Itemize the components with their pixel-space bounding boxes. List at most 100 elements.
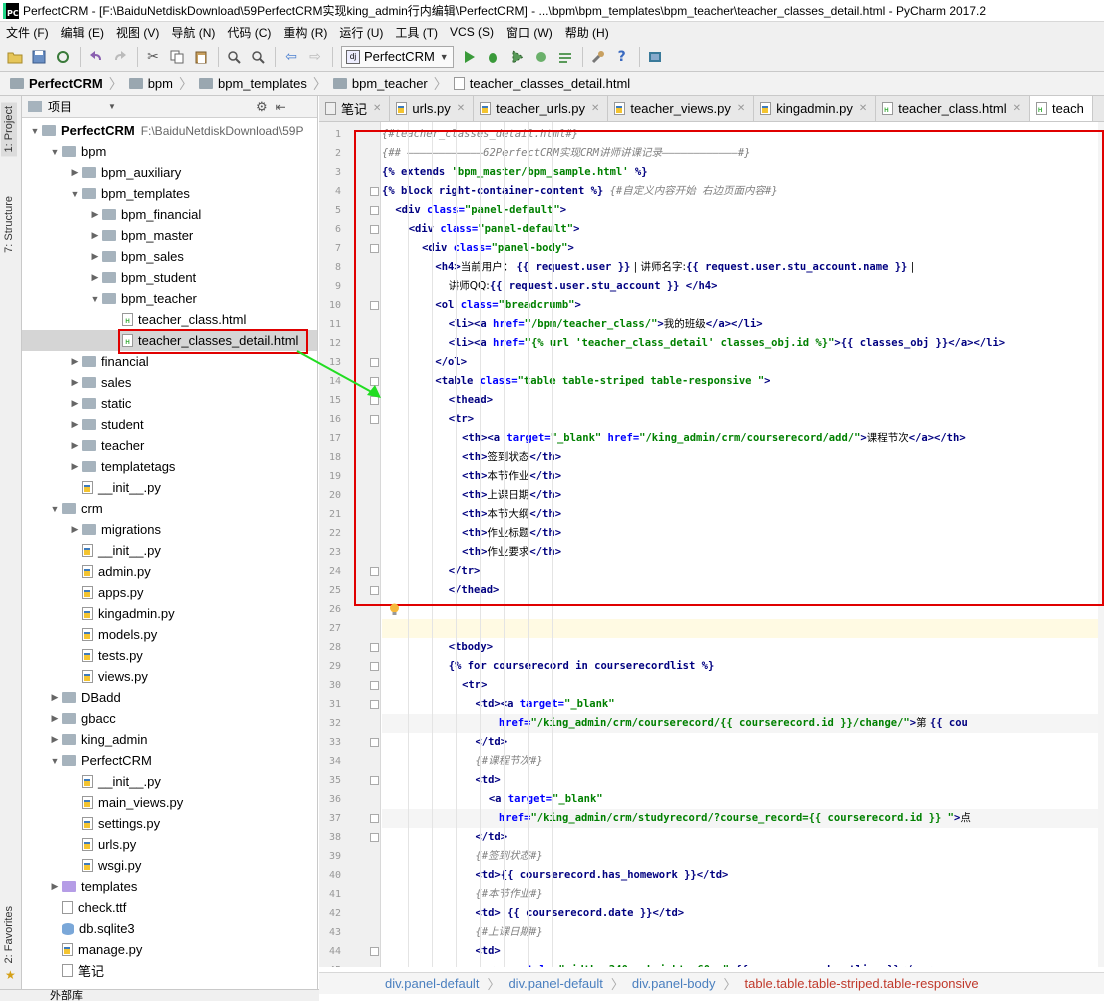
close-icon[interactable]: ✕ xyxy=(373,103,381,114)
tree-item[interactable]: ▶ sales xyxy=(22,372,317,393)
expand-right-icon[interactable]: ▶ xyxy=(48,881,62,892)
menu-item[interactable]: VCS (S) xyxy=(444,25,500,39)
expand-down-icon[interactable]: ▼ xyxy=(88,294,102,304)
menu-item[interactable]: 文件 (F) xyxy=(0,24,55,41)
open-folder-icon[interactable] xyxy=(4,46,26,68)
help-icon[interactable]: ? xyxy=(611,46,633,68)
editor-tab[interactable]: urls.py ✕ xyxy=(390,96,475,121)
editor-tab[interactable]: teach xyxy=(1030,96,1093,121)
expand-down-icon[interactable]: ▼ xyxy=(48,504,62,514)
expand-right-icon[interactable]: ▶ xyxy=(48,734,62,745)
fold-marker-icon[interactable] xyxy=(370,700,379,709)
python-console-icon[interactable] xyxy=(644,46,666,68)
tree-item[interactable]: settings.py xyxy=(22,813,317,834)
run-icon[interactable] xyxy=(458,46,480,68)
tree-item[interactable]: ▶ financial xyxy=(22,351,317,372)
fold-marker-icon[interactable] xyxy=(370,738,379,747)
menu-item[interactable]: 代码 (C) xyxy=(221,24,277,41)
editor-tab[interactable]: teacher_urls.py ✕ xyxy=(474,96,609,121)
settings-wrench-icon[interactable] xyxy=(587,46,609,68)
tree-item[interactable]: urls.py xyxy=(22,834,317,855)
expand-right-icon[interactable]: ▶ xyxy=(68,356,82,367)
close-icon[interactable]: ✕ xyxy=(591,103,599,114)
close-icon[interactable]: ✕ xyxy=(859,103,867,114)
tree-item[interactable]: models.py xyxy=(22,624,317,645)
tree-item[interactable]: manage.py xyxy=(22,939,317,960)
tree-item[interactable]: ▼ bpm_teacher xyxy=(22,288,317,309)
tree-item[interactable]: ▶ bpm_auxiliary xyxy=(22,162,317,183)
tree-item[interactable]: ▶ templatetags xyxy=(22,456,317,477)
fold-marker-icon[interactable] xyxy=(370,681,379,690)
fold-marker-icon[interactable] xyxy=(370,814,379,823)
tree-item[interactable]: ▶ bpm_student xyxy=(22,267,317,288)
profile-icon[interactable] xyxy=(530,46,552,68)
fold-marker-icon[interactable] xyxy=(370,643,379,652)
breadcrumb-item[interactable]: bpm xyxy=(125,76,177,91)
expand-right-icon[interactable]: ▶ xyxy=(88,272,102,283)
expand-right-icon[interactable]: ▶ xyxy=(88,209,102,220)
project-tool-tab[interactable]: 1: Project xyxy=(1,102,17,157)
find-icon[interactable] xyxy=(223,46,245,68)
menu-item[interactable]: 帮助 (H) xyxy=(559,24,615,41)
intention-bulb-icon[interactable] xyxy=(389,603,400,616)
menu-item[interactable]: 工具 (T) xyxy=(389,24,444,41)
expand-right-icon[interactable]: ▶ xyxy=(68,167,82,178)
expand-right-icon[interactable]: ▶ xyxy=(88,251,102,262)
tree-item[interactable]: ▼ bpm xyxy=(22,141,317,162)
menu-item[interactable]: 运行 (U) xyxy=(333,24,389,41)
element-path-item[interactable]: div.panel-default xyxy=(508,976,602,991)
tree-item[interactable]: ▶ migrations xyxy=(22,519,317,540)
element-path-item[interactable]: div.panel-default xyxy=(385,976,479,991)
element-path-item[interactable]: table.table.table-striped.table-responsi… xyxy=(745,976,979,991)
fold-marker-icon[interactable] xyxy=(370,833,379,842)
tree-item[interactable]: Hteacher_class.html xyxy=(22,309,317,330)
menu-item[interactable]: 窗口 (W) xyxy=(500,24,559,41)
tree-item[interactable]: ▼ crm xyxy=(22,498,317,519)
close-icon[interactable]: ✕ xyxy=(457,103,465,114)
fold-marker-icon[interactable] xyxy=(370,662,379,671)
expand-right-icon[interactable]: ▶ xyxy=(68,377,82,388)
tree-item[interactable]: views.py xyxy=(22,666,317,687)
breadcrumb-item[interactable]: bpm_teacher xyxy=(329,76,432,91)
tree-item[interactable]: ▶ bpm_financial xyxy=(22,204,317,225)
menu-item[interactable]: 导航 (N) xyxy=(165,24,221,41)
tree-item[interactable]: ▼ bpm_templates xyxy=(22,183,317,204)
coverage-icon[interactable] xyxy=(506,46,528,68)
expand-right-icon[interactable]: ▶ xyxy=(88,230,102,241)
undo-icon[interactable] xyxy=(85,46,107,68)
hide-panel-icon[interactable]: ⇤ xyxy=(276,100,286,114)
chevron-down-icon[interactable]: ▼ xyxy=(108,102,116,111)
tree-item[interactable]: ▶ king_admin xyxy=(22,729,317,750)
save-icon[interactable] xyxy=(28,46,50,68)
forward-arrow-icon[interactable]: ⇨ xyxy=(304,46,326,68)
breadcrumb-item[interactable]: teacher_classes_detail.html xyxy=(450,76,634,91)
tree-item[interactable]: ▶ templates xyxy=(22,876,317,897)
expand-down-icon[interactable]: ▼ xyxy=(48,147,62,157)
back-arrow-icon[interactable]: ⇦ xyxy=(280,46,302,68)
structure-tool-tab[interactable]: 7: Structure xyxy=(1,192,17,257)
expand-right-icon[interactable]: ▶ xyxy=(68,524,82,535)
tree-item[interactable]: __init__.py xyxy=(22,477,317,498)
paste-icon[interactable] xyxy=(190,46,212,68)
tree-item[interactable]: ▶ DBadd xyxy=(22,687,317,708)
close-icon[interactable]: ✕ xyxy=(737,103,745,114)
menu-item[interactable]: 编辑 (E) xyxy=(55,24,110,41)
copy-icon[interactable] xyxy=(166,46,188,68)
breadcrumb-item[interactable]: bpm_templates xyxy=(195,76,311,91)
replace-icon[interactable] xyxy=(247,46,269,68)
tree-item[interactable]: wsgi.py xyxy=(22,855,317,876)
tree-item[interactable]: apps.py xyxy=(22,582,317,603)
fold-marker-icon[interactable] xyxy=(370,776,379,785)
expand-right-icon[interactable]: ▶ xyxy=(48,713,62,724)
editor-tab[interactable]: teacher_class.html ✕ xyxy=(876,96,1030,121)
editor-tab[interactable]: kingadmin.py ✕ xyxy=(754,96,877,121)
expand-down-icon[interactable]: ▼ xyxy=(48,756,62,766)
run-configuration-select[interactable]: dj PerfectCRM ▼ xyxy=(341,45,454,68)
tree-item[interactable]: ▶ student xyxy=(22,414,317,435)
debug-icon[interactable] xyxy=(482,46,504,68)
tree-item[interactable]: db.sqlite3 xyxy=(22,918,317,939)
tree-item[interactable]: ▶ gbacc xyxy=(22,708,317,729)
external-libraries-row[interactable]: 外部库 xyxy=(0,989,319,1001)
menu-item[interactable]: 视图 (V) xyxy=(110,24,165,41)
breadcrumb-item[interactable]: PerfectCRM xyxy=(6,76,107,91)
